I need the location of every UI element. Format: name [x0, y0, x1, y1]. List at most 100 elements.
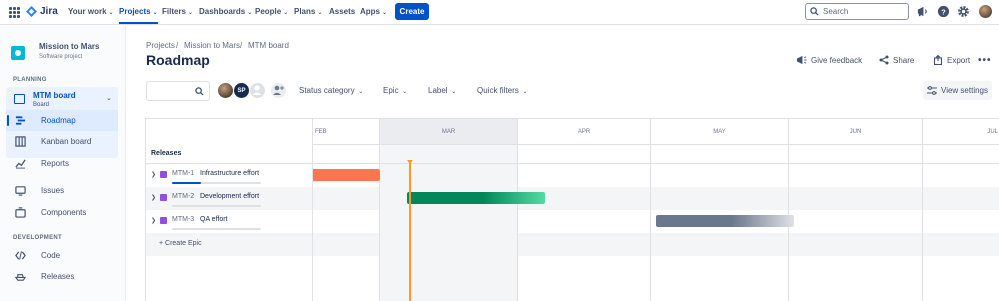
more-actions-icon[interactable]: ••• — [978, 55, 992, 66]
epic-progress-fill — [172, 182, 202, 184]
nav-apps[interactable]: Apps ⌄ — [360, 7, 387, 16]
person-icon — [252, 85, 262, 95]
reports-chart-icon — [15, 159, 26, 169]
sidebar-item-components[interactable]: Components — [6, 202, 118, 223]
share-icon — [879, 55, 889, 65]
board-icon — [14, 94, 25, 104]
search-input[interactable]: Search — [805, 3, 909, 20]
today-marker — [407, 160, 413, 301]
project-name[interactable]: Mission to Mars — [39, 42, 99, 51]
breadcrumb-board[interactable]: MTM board — [248, 41, 289, 50]
nav-dashboards[interactable]: Dashboards ⌄ — [199, 7, 252, 16]
planning-section-label: PLANNING — [13, 77, 47, 83]
help-icon[interactable]: ? — [937, 5, 950, 18]
nav-label: Assets — [329, 7, 356, 16]
issues-icon — [15, 186, 26, 196]
month-header: FEB — [313, 119, 380, 145]
releases-label: Releases — [151, 150, 182, 157]
give-feedback-button[interactable]: Give feedback — [796, 55, 862, 65]
user-avatar[interactable] — [979, 5, 992, 18]
breadcrumb-separator: / — [240, 41, 243, 50]
give-feedback-label: Give feedback — [811, 55, 863, 65]
expand-chevron-icon[interactable]: ❯ — [151, 171, 156, 178]
project-avatar-icon — [11, 46, 25, 60]
epic-bar-mtm-3[interactable] — [656, 215, 794, 227]
nav-people[interactable]: People ⌄ — [255, 7, 288, 16]
epic-icon — [160, 171, 167, 178]
label-filter[interactable]: Label ⌄ — [428, 86, 456, 95]
epic-icon — [160, 217, 167, 224]
nav-projects[interactable]: Projects ⌄ — [119, 7, 158, 24]
epic-key[interactable]: MTM-3 — [172, 216, 194, 223]
nav-label: People — [255, 7, 282, 16]
view-settings-button[interactable]: View settings — [923, 81, 992, 100]
sidebar-item-issues[interactable]: Issues — [6, 180, 118, 201]
epic-row-mtm-2[interactable]: ❯ MTM-2 Development effort — [146, 188, 313, 211]
chevron-down-icon: ⌄ — [283, 10, 289, 16]
export-button[interactable]: Export — [933, 55, 970, 65]
sidebar-item-kanban-board[interactable]: Kanban board — [6, 131, 118, 152]
sidebar-item-label: Reports — [41, 159, 70, 168]
create-epic-button[interactable]: + Create Epic — [159, 240, 202, 247]
app-switcher-icon[interactable] — [9, 7, 20, 18]
nav-filters[interactable]: Filters ⌄ — [162, 7, 193, 16]
breadcrumb-projects[interactable]: Projects — [146, 41, 175, 50]
epic-name[interactable]: Development effort — [200, 193, 259, 200]
share-button[interactable]: Share — [879, 55, 914, 65]
assignee-avatar-sp[interactable]: SP — [233, 82, 250, 99]
roadmap-search-input[interactable] — [146, 81, 210, 101]
epic-filter[interactable]: Epic ⌄ — [383, 86, 407, 95]
add-people-button[interactable] — [270, 82, 287, 99]
epic-row-mtm-3[interactable]: ❯ MTM-3 QA effort — [146, 211, 313, 234]
month-header: MAY — [651, 119, 789, 145]
epic-key[interactable]: MTM-1 — [172, 170, 194, 177]
breadcrumb-project[interactable]: Mission to Mars — [184, 41, 240, 50]
status-category-filter[interactable]: Status category ⌄ — [299, 86, 363, 95]
month-column — [518, 145, 651, 301]
jira-logo[interactable]: Jira — [26, 6, 58, 17]
nav-label: Dashboards — [199, 7, 246, 16]
page-title: Roadmap — [146, 52, 210, 68]
epic-row-mtm-1[interactable]: ❯ MTM-1 Infrastructure effort — [146, 165, 313, 188]
assignee-avatar-unassigned[interactable] — [249, 82, 266, 99]
sidebar-item-code[interactable]: Code — [6, 245, 118, 266]
sidebar: Mission to Mars Software project PLANNIN… — [0, 26, 126, 301]
chevron-down-icon: ⌄ — [356, 89, 364, 95]
epic-bar-mtm-1[interactable] — [313, 169, 380, 181]
filter-label: Epic — [383, 86, 399, 95]
expand-chevron-icon[interactable]: ❯ — [151, 194, 156, 201]
epic-key[interactable]: MTM-2 — [172, 193, 194, 200]
assignee-avatar[interactable] — [217, 82, 234, 99]
epic-bar-mtm-2[interactable] — [407, 192, 545, 204]
nav-assets[interactable]: Assets — [329, 7, 355, 16]
sidebar-item-reports[interactable]: Reports — [6, 153, 118, 174]
sidebar-item-label: Components — [41, 208, 87, 217]
create-button[interactable]: Create — [395, 3, 429, 20]
epic-name[interactable]: Infrastructure effort — [200, 170, 259, 177]
nav-label: Apps — [360, 7, 380, 16]
sidebar-item-roadmap[interactable]: Roadmap — [6, 110, 118, 131]
board-selector[interactable]: MTM board Board ⌄ — [6, 87, 118, 111]
filter-label: Quick filters — [477, 86, 519, 95]
chevron-down-icon: ⌄ — [382, 10, 388, 16]
project-type: Software project — [39, 54, 83, 60]
month-header: JUL — [923, 119, 999, 145]
expand-chevron-icon[interactable]: ❯ — [151, 217, 156, 224]
settings-gear-icon[interactable] — [957, 5, 970, 18]
nav-plans[interactable]: Plans ⌄ — [294, 7, 322, 16]
releases-ship-icon — [15, 274, 26, 281]
epic-progress-bar — [172, 182, 261, 184]
search-icon — [810, 7, 819, 16]
chevron-down-icon: ⌄ — [188, 10, 194, 16]
epic-name[interactable]: QA effort — [200, 216, 228, 223]
roadmap-timeline: FEB MAR APR MAY JUN JUL Releases ❯ MTM-1… — [145, 118, 999, 301]
sidebar-item-label: Code — [41, 251, 61, 260]
nav-label: Plans — [294, 7, 316, 16]
sidebar-item-releases[interactable]: Releases — [6, 266, 118, 287]
nav-your-work[interactable]: Your work ⌄ — [68, 7, 114, 16]
epic-progress-bar — [172, 228, 261, 230]
quick-filters[interactable]: Quick filters ⌄ — [477, 86, 528, 95]
month-header: APR — [518, 119, 651, 145]
notifications-megaphone-icon[interactable] — [916, 5, 929, 18]
sidebar-item-label: Issues — [41, 186, 65, 195]
